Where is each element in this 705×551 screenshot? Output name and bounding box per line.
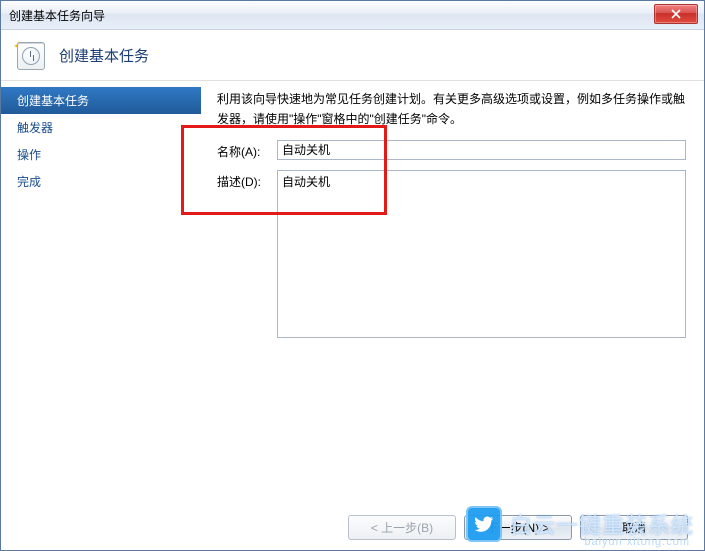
task-wizard-icon — [15, 40, 45, 70]
description-label: 描述(D): — [217, 170, 277, 190]
step-trigger[interactable]: 触发器 — [1, 114, 201, 141]
titlebar: 创建基本任务向导 — [1, 1, 704, 30]
wizard-window: 创建基本任务向导 创建基本任务 创建基本任务 触发器 操作 完成 利用该向导快速… — [0, 0, 705, 551]
back-button: < 上一步(B) — [348, 515, 456, 540]
name-label: 名称(A): — [217, 140, 277, 160]
wizard-header: 创建基本任务 — [1, 30, 704, 81]
description-input[interactable] — [277, 170, 686, 338]
name-row: 名称(A): — [217, 140, 686, 160]
intro-text: 利用该向导快速地为常见任务创建计划。有关更多高级选项或设置，例如多任务操作或触发… — [217, 89, 686, 130]
close-button[interactable] — [654, 4, 698, 24]
step-create-basic-task[interactable]: 创建基本任务 — [1, 87, 201, 114]
wizard-steps-sidebar: 创建基本任务 触发器 操作 完成 — [1, 81, 201, 504]
name-input[interactable] — [277, 140, 686, 160]
wizard-content: 利用该向导快速地为常见任务创建计划。有关更多高级选项或设置，例如多任务操作或触发… — [201, 81, 704, 504]
close-icon — [671, 9, 681, 19]
wizard-heading: 创建基本任务 — [59, 45, 149, 66]
step-finish[interactable]: 完成 — [1, 168, 201, 195]
window-title: 创建基本任务向导 — [9, 7, 105, 24]
step-action[interactable]: 操作 — [1, 141, 201, 168]
next-button[interactable]: 下一步(N) > — [464, 515, 572, 540]
watermark-subtext: baiyun xitong.com — [584, 536, 690, 548]
description-row: 描述(D): — [217, 170, 686, 338]
wizard-body: 创建基本任务 触发器 操作 完成 利用该向导快速地为常见任务创建计划。有关更多高… — [1, 81, 704, 504]
